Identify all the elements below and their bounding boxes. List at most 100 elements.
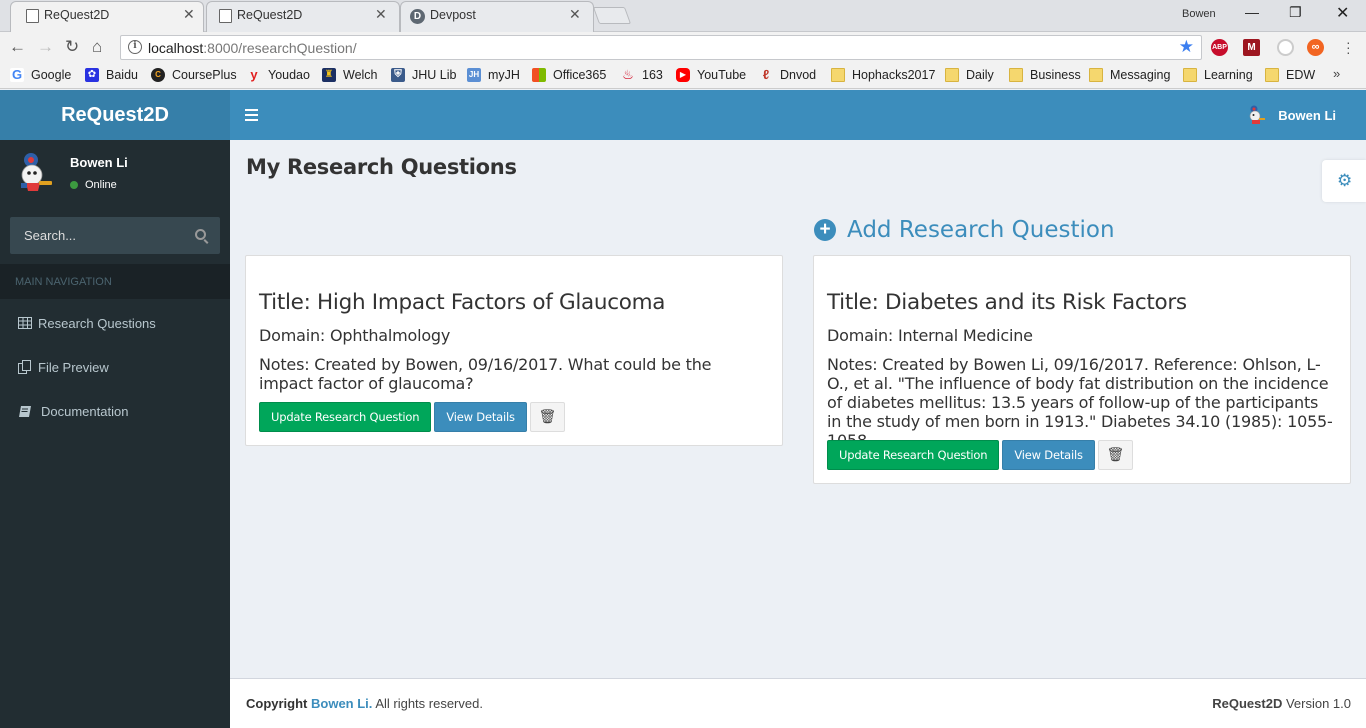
address-bar[interactable]: i localhost:8000/researchQuestion/ ★ bbox=[120, 35, 1202, 60]
page-icon bbox=[26, 9, 39, 23]
extension-circle-icon[interactable] bbox=[1277, 39, 1294, 56]
user-panel: Bowen Li Online bbox=[12, 150, 222, 200]
dnvod-icon: ℓ bbox=[762, 67, 770, 82]
page-footer: Copyright Bowen Li. All rights reserved.… bbox=[230, 678, 1366, 728]
user-avatar bbox=[21, 153, 52, 191]
office-icon bbox=[532, 68, 546, 82]
copyright-label: Copyright bbox=[246, 696, 308, 711]
app-logo[interactable]: ReQuest2D bbox=[0, 90, 230, 140]
bookmark-folder-messaging[interactable]: Messaging bbox=[1089, 68, 1170, 82]
search-input[interactable] bbox=[10, 217, 185, 254]
restore-icon[interactable]: ❐ bbox=[1289, 4, 1302, 21]
version-text: Version 1.0 bbox=[1285, 696, 1351, 711]
bookmark-office365[interactable]: Office365 bbox=[532, 68, 606, 82]
card-title: Title: High Impact Factors of Glaucoma bbox=[259, 290, 666, 315]
tab-close-icon[interactable]: ✕ bbox=[569, 6, 581, 23]
update-research-question-button[interactable]: Update Research Question bbox=[827, 440, 1000, 470]
bookmark-label: Baidu bbox=[106, 68, 138, 82]
card-notes: Notes: Created by Bowen, 09/16/2017. Wha… bbox=[259, 355, 712, 393]
bookmark-youtube[interactable]: ▶ YouTube bbox=[676, 68, 746, 82]
bookmark-folder-learning[interactable]: Learning bbox=[1183, 68, 1253, 82]
online-status: Online bbox=[70, 179, 117, 191]
bookmark-myjh[interactable]: JH myJH bbox=[467, 68, 520, 82]
status-label: Online bbox=[85, 179, 117, 191]
sidebar-toggle-icon[interactable] bbox=[245, 109, 258, 124]
folder-icon bbox=[945, 68, 959, 82]
devpost-icon: D bbox=[410, 9, 425, 24]
sidebar-user-name: Bowen Li bbox=[70, 155, 128, 170]
bookmark-label: Daily bbox=[966, 68, 994, 82]
bookmark-label: Learning bbox=[1204, 68, 1253, 82]
sidebar-search bbox=[10, 217, 220, 254]
bookmark-courseplus[interactable]: C CoursePlus bbox=[151, 68, 237, 82]
url-text[interactable]: localhost:8000/researchQuestion/ bbox=[148, 40, 357, 56]
bookmark-label: Business bbox=[1030, 68, 1081, 82]
bookmark-welch[interactable]: ♜ Welch bbox=[322, 68, 378, 82]
folder-icon bbox=[831, 68, 845, 82]
bookmark-google[interactable]: G Google bbox=[10, 68, 71, 82]
window-profile-name[interactable]: Bowen bbox=[1182, 8, 1216, 20]
tab-close-icon[interactable]: ✕ bbox=[375, 6, 387, 23]
baidu-icon: ✿ bbox=[85, 68, 99, 82]
adblock-plus-icon[interactable]: ABP bbox=[1211, 39, 1228, 56]
user-menu[interactable]: Bowen Li bbox=[1245, 90, 1336, 140]
research-question-card: Title: Diabetes and its Risk Factors Dom… bbox=[813, 255, 1351, 484]
mendeley-icon[interactable]: M bbox=[1243, 39, 1260, 56]
files-icon bbox=[18, 360, 31, 374]
youdao-icon: y bbox=[250, 67, 258, 82]
bookmarks-overflow-button[interactable]: » bbox=[1333, 66, 1340, 81]
author-link[interactable]: Bowen Li. bbox=[311, 696, 372, 711]
home-icon[interactable]: ⌂ bbox=[92, 38, 102, 56]
update-research-question-button[interactable]: Update Research Question bbox=[259, 402, 432, 432]
back-icon[interactable]: ← bbox=[9, 38, 26, 56]
new-tab-button[interactable] bbox=[592, 7, 632, 24]
infinity-extension-icon[interactable]: ∞ bbox=[1307, 39, 1324, 56]
sidebar-item-label: Research Questions bbox=[38, 315, 156, 331]
folder-icon bbox=[1183, 68, 1197, 82]
bookmark-folder-hophacks2017[interactable]: Hophacks2017 bbox=[831, 68, 935, 82]
research-question-card: Title: High Impact Factors of Glaucoma D… bbox=[245, 255, 783, 446]
browser-menu-icon[interactable]: · · · bbox=[1346, 35, 1351, 59]
folder-icon bbox=[1265, 68, 1279, 82]
top-navbar: Bowen Li bbox=[230, 90, 1366, 140]
bookmark-baidu[interactable]: ✿ Baidu bbox=[85, 68, 138, 82]
bookmark-folder-edw[interactable]: EDW bbox=[1265, 68, 1315, 82]
tab-close-icon[interactable]: ✕ bbox=[183, 6, 195, 23]
tab-title: ReQuest2D bbox=[44, 8, 110, 22]
browser-tab-devpost[interactable]: D Devpost ✕ bbox=[400, 0, 596, 32]
myjh-icon: JH bbox=[467, 68, 481, 82]
bookmark-label: Office365 bbox=[553, 68, 607, 82]
bookmark-dnvod[interactable]: ℓ Dnvod bbox=[759, 67, 816, 83]
welch-icon: ♜ bbox=[322, 68, 336, 82]
delete-button[interactable]: 🗑 bbox=[529, 402, 565, 432]
card-actions: Update Research Question View Details 🗑 bbox=[827, 440, 1136, 470]
bookmark-163[interactable]: ♨ 163 bbox=[621, 68, 663, 83]
bookmark-label: 163 bbox=[642, 68, 663, 82]
window-close-icon[interactable]: ✕ bbox=[1336, 3, 1349, 23]
view-details-button[interactable]: View Details bbox=[434, 402, 527, 432]
view-details-button[interactable]: View Details bbox=[1002, 440, 1095, 470]
add-research-question-button[interactable]: + Add Research Question bbox=[814, 217, 1115, 243]
bookmark-folder-daily[interactable]: Daily bbox=[945, 68, 994, 82]
bookmark-youdao[interactable]: y Youdao bbox=[247, 67, 310, 83]
user-avatar-small bbox=[1249, 105, 1266, 124]
info-icon[interactable]: i bbox=[128, 40, 142, 54]
book-icon bbox=[19, 405, 31, 417]
trash-icon: 🗑 bbox=[1106, 447, 1125, 463]
bookmark-star-icon[interactable]: ★ bbox=[1179, 37, 1194, 57]
search-icon[interactable] bbox=[195, 229, 206, 240]
sidebar-item-documentation[interactable]: Documentation bbox=[0, 389, 230, 433]
bookmark-folder-business[interactable]: Business bbox=[1009, 68, 1081, 82]
delete-button[interactable]: 🗑 bbox=[1097, 440, 1133, 470]
sidebar-item-research-questions[interactable]: Research Questions bbox=[0, 301, 230, 345]
forward-icon[interactable]: → bbox=[37, 38, 54, 56]
rights-text: All rights reserved. bbox=[375, 696, 483, 711]
sidebar-item-file-preview[interactable]: File Preview bbox=[0, 345, 230, 389]
control-sidebar-toggle[interactable]: ⚙ bbox=[1322, 160, 1366, 202]
bookmark-jhu-lib[interactable]: ⛨ JHU Lib bbox=[391, 68, 456, 82]
bookmarks-bar: G Google ✿ Baidu C CoursePlus y Youdao ♜ Welc… bbox=[0, 63, 1366, 89]
browser-tab-request2d-active[interactable]: ReQuest2D ✕ bbox=[0, 0, 206, 32]
reload-icon[interactable]: ↻ bbox=[65, 38, 79, 56]
browser-tab-request2d[interactable]: ReQuest2D ✕ bbox=[206, 0, 402, 32]
minimize-icon[interactable]: — bbox=[1245, 4, 1259, 20]
